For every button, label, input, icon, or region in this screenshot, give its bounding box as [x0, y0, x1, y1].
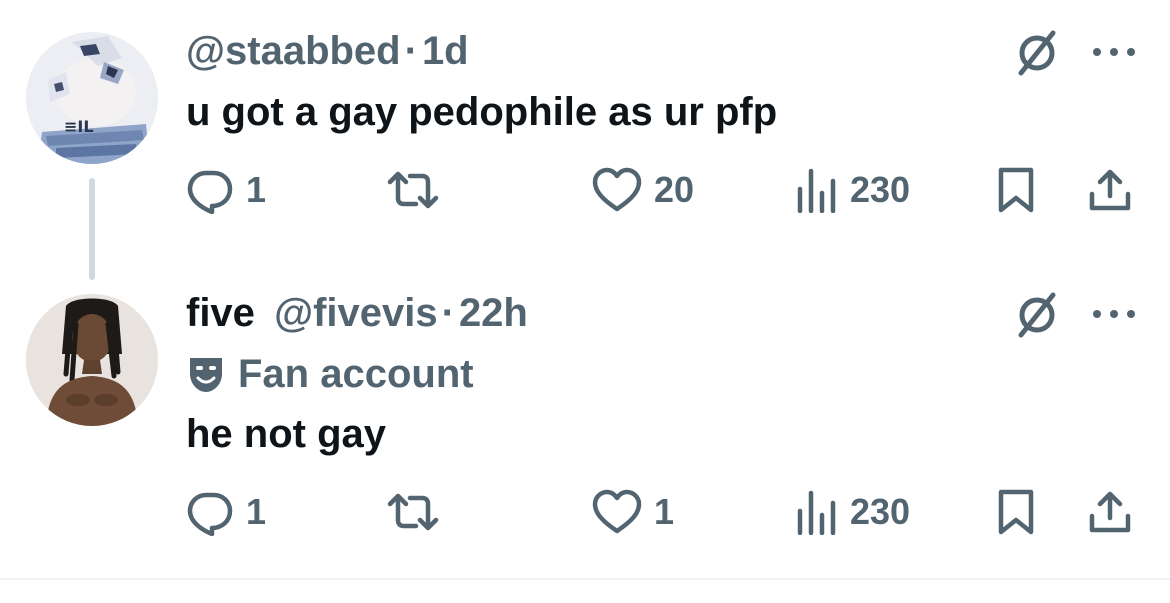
separator-dot: · [404, 29, 418, 73]
badge-label: Fan account [238, 352, 474, 396]
tweet-2[interactable]: five @fivevis · 22h Fan account he not gay… [0, 290, 1170, 578]
grok-icon[interactable] [1013, 289, 1063, 339]
separator-dot: · [441, 291, 455, 335]
repost-button[interactable] [386, 487, 440, 537]
thread-line [89, 178, 95, 280]
tweet-1[interactable]: ≡IL @staabbed · 1d u got a gay pedophile a… [0, 0, 1170, 290]
bookmark-button[interactable] [996, 487, 1036, 537]
share-button[interactable] [1086, 487, 1134, 537]
tweet-header: five @fivevis · 22h [186, 289, 528, 337]
repost-icon [387, 493, 439, 531]
bookmark-icon [998, 489, 1034, 535]
author-handle[interactable]: @staabbed [186, 29, 401, 73]
timestamp[interactable]: 22h [459, 291, 528, 335]
avatar[interactable] [26, 294, 158, 426]
share-icon [1089, 169, 1131, 211]
reply-icon [187, 492, 233, 536]
like-icon [592, 167, 642, 212]
author-handle[interactable]: @fivevis [274, 291, 438, 335]
repost-icon [387, 171, 439, 209]
reply-count: 1 [246, 491, 267, 532]
timestamp[interactable]: 1d [422, 29, 469, 73]
reply-button[interactable]: 1 [186, 487, 266, 537]
theater-mask-icon [190, 358, 222, 392]
svg-text:≡IL: ≡IL [64, 117, 94, 136]
like-icon [592, 489, 642, 534]
more-icon[interactable] [1090, 42, 1138, 62]
fan-account-badge: Fan account [186, 350, 474, 398]
bookmark-button[interactable] [996, 165, 1036, 215]
bookmark-icon [998, 167, 1034, 213]
like-count: 20 [654, 169, 695, 210]
repost-button[interactable] [386, 165, 440, 215]
views-button[interactable]: 230 [796, 487, 910, 537]
views-icon [797, 168, 836, 213]
more-icon[interactable] [1090, 304, 1138, 324]
like-button[interactable]: 1 [592, 487, 674, 537]
reply-count: 1 [246, 169, 267, 210]
like-count: 1 [654, 491, 675, 532]
avatar[interactable]: ≡IL [26, 32, 158, 164]
like-button[interactable]: 20 [592, 165, 694, 215]
action-bar: 1 1 230 [186, 487, 1146, 537]
divider [0, 578, 1170, 580]
share-button[interactable] [1086, 165, 1134, 215]
author-name[interactable]: five [186, 291, 255, 335]
share-icon [1089, 491, 1131, 533]
tweet-text: he not gay [186, 412, 387, 456]
views-button[interactable]: 230 [796, 165, 910, 215]
grok-icon[interactable] [1013, 27, 1063, 77]
reply-button[interactable]: 1 [186, 165, 266, 215]
view-count: 230 [850, 169, 911, 210]
reply-icon [187, 170, 233, 214]
view-count: 230 [850, 491, 911, 532]
views-icon [797, 490, 836, 535]
tweet-text: u got a gay pedophile as ur pfp [186, 90, 778, 134]
action-bar: 1 20 230 [186, 165, 1146, 215]
tweet-header: @staabbed · 1d [186, 27, 469, 75]
